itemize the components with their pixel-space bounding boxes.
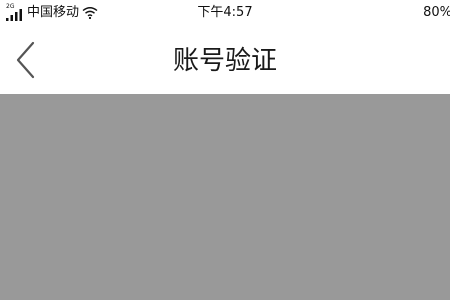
chevron-left-icon (16, 41, 35, 79)
battery-level: 80% (423, 5, 450, 20)
back-button[interactable] (4, 38, 48, 82)
content-placeholder (0, 94, 450, 300)
navigation-bar: 账号验证 (0, 28, 450, 94)
page-title: 账号验证 (172, 46, 277, 76)
app-screen: 2G 中国移动 下午4:57 80% 账号验证 (0, 0, 450, 300)
status-bar: 2G 中国移动 下午4:57 80% (0, 0, 450, 28)
status-time: 下午4:57 (197, 5, 253, 20)
